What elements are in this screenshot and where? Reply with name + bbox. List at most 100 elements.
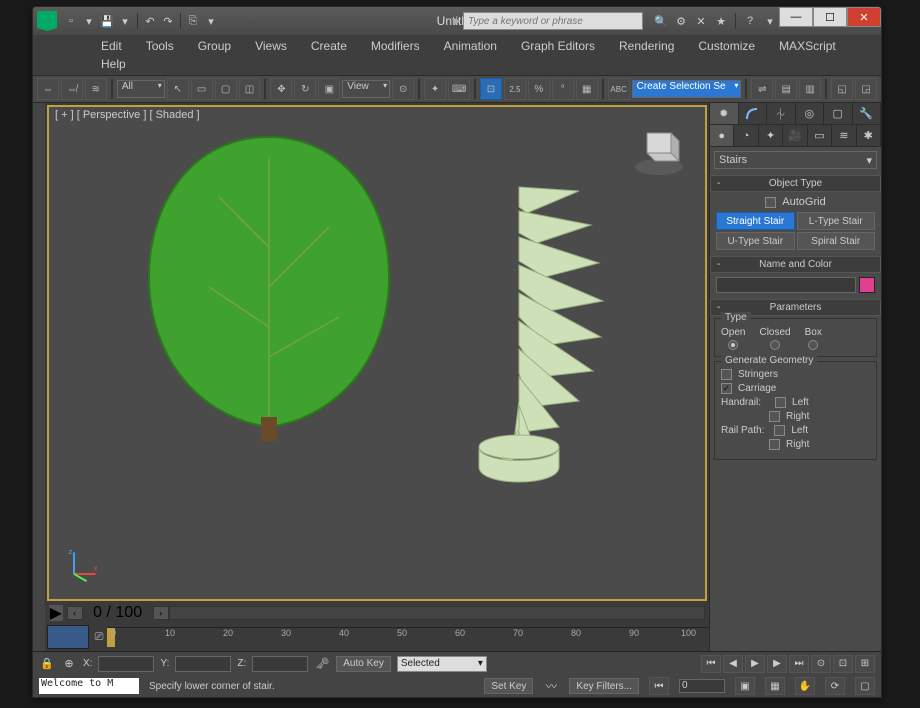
utilities-tab-icon[interactable]: 🔧 bbox=[853, 103, 882, 124]
lights-subtab-icon[interactable]: ✦ bbox=[759, 125, 783, 146]
display-tab-icon[interactable]: ▢ bbox=[824, 103, 853, 124]
play-icon[interactable]: ▶ bbox=[745, 655, 765, 673]
shapes-subtab-icon[interactable]: ◔ bbox=[734, 125, 758, 146]
selection-sets-dropdown[interactable]: Create Selection Se bbox=[632, 80, 742, 98]
open-icon[interactable]: ▾ bbox=[81, 13, 97, 29]
percent-snap-icon[interactable]: % bbox=[528, 78, 550, 100]
stringers-checkbox[interactable] bbox=[721, 369, 732, 380]
modify-tab-icon[interactable] bbox=[739, 103, 768, 124]
app-icon[interactable] bbox=[37, 11, 57, 31]
manipulate-icon[interactable]: ✦ bbox=[424, 78, 446, 100]
goto-start-icon[interactable]: ⏮ bbox=[701, 655, 721, 673]
window-crossing-icon[interactable]: ◫ bbox=[239, 78, 261, 100]
communication-icon[interactable]: ⚙ bbox=[673, 13, 689, 29]
keyboard-shortcut-icon[interactable]: ⌨ bbox=[448, 78, 470, 100]
category-dropdown[interactable]: Stairs▾ bbox=[714, 151, 877, 169]
zoom-all-icon[interactable]: ▦ bbox=[765, 677, 785, 695]
menu-rendering[interactable]: Rendering bbox=[607, 37, 686, 55]
chevron-down-icon[interactable]: ▾ bbox=[203, 13, 219, 29]
named-selection-icon[interactable]: ABC bbox=[608, 78, 630, 100]
save-icon[interactable]: 💾 bbox=[99, 13, 115, 29]
viewport-label[interactable]: [ + ] [ Perspective ] [ Shaded ] bbox=[55, 109, 200, 121]
curve-editor-icon[interactable]: ◱ bbox=[831, 78, 853, 100]
exchange-icon[interactable]: ✕ bbox=[693, 13, 709, 29]
type-box-radio[interactable] bbox=[808, 340, 818, 350]
pivot-icon[interactable]: ⊙ bbox=[392, 78, 414, 100]
maximize-viewport-icon[interactable]: ▢ bbox=[855, 677, 875, 695]
set-key-button[interactable]: Set Key bbox=[484, 678, 533, 694]
axis-gizmo[interactable]: z x bbox=[65, 547, 101, 583]
timeline-thumbnail[interactable] bbox=[47, 625, 89, 649]
railpath-right-checkbox[interactable] bbox=[769, 439, 780, 450]
goto-end-icon[interactable]: ⏭ bbox=[789, 655, 809, 673]
rotate-tool-icon[interactable]: ↻ bbox=[294, 78, 316, 100]
track-bar-icon[interactable]: ⎚ bbox=[91, 629, 107, 645]
key-filters-icon[interactable]: 〰 bbox=[543, 678, 559, 694]
selection-lock-icon[interactable]: ⊕ bbox=[61, 656, 77, 672]
carriage-checkbox[interactable] bbox=[721, 383, 732, 394]
motion-tab-icon[interactable]: ◎ bbox=[796, 103, 825, 124]
object-type-rollout-header[interactable]: - Object Type bbox=[710, 175, 881, 192]
cameras-subtab-icon[interactable]: 🎥 bbox=[783, 125, 807, 146]
autogrid-checkbox[interactable] bbox=[765, 197, 776, 208]
refcoord-dropdown[interactable]: View bbox=[342, 80, 390, 98]
menu-grapheditors[interactable]: Graph Editors bbox=[509, 37, 607, 55]
type-closed-radio[interactable] bbox=[770, 340, 780, 350]
type-open-radio[interactable] bbox=[728, 340, 738, 350]
menu-modifiers[interactable]: Modifiers bbox=[359, 37, 432, 55]
scale-tool-icon[interactable]: ▣ bbox=[318, 78, 340, 100]
time-config-icon[interactable]: ⊡ bbox=[833, 655, 853, 673]
key-filters-button[interactable]: Key Filters... bbox=[569, 678, 639, 694]
scroll-left-icon[interactable]: ‹ bbox=[67, 606, 83, 620]
edged-faces-icon[interactable]: ▦ bbox=[576, 78, 598, 100]
pan-icon[interactable]: ✋ bbox=[795, 677, 815, 695]
undo-icon[interactable]: ↶ bbox=[142, 13, 158, 29]
object-name-input[interactable] bbox=[716, 277, 856, 293]
object-color-swatch[interactable] bbox=[859, 277, 875, 293]
handrail-left-checkbox[interactable] bbox=[775, 397, 786, 408]
handrail-right-checkbox[interactable] bbox=[769, 411, 780, 422]
railpath-left-checkbox[interactable] bbox=[774, 425, 785, 436]
key-icon[interactable]: 🗝 bbox=[314, 656, 330, 672]
search-input[interactable] bbox=[463, 12, 643, 30]
menu-maxscript[interactable]: MAXScript bbox=[767, 37, 848, 55]
spacewarps-subtab-icon[interactable]: ≋ bbox=[832, 125, 856, 146]
close-button[interactable]: ✕ bbox=[847, 7, 881, 27]
help-icon[interactable]: ? bbox=[742, 13, 758, 29]
maxscript-listener[interactable]: Welcome to M bbox=[39, 678, 139, 694]
l-type-stair-button[interactable]: L-Type Stair bbox=[797, 212, 876, 230]
menu-views[interactable]: Views bbox=[243, 37, 299, 55]
maximize-button[interactable]: ☐ bbox=[813, 7, 847, 27]
move-tool-icon[interactable]: ✥ bbox=[270, 78, 292, 100]
unlink-tool-icon[interactable]: ⇎ bbox=[61, 78, 83, 100]
hierarchy-tab-icon[interactable]: ⏆ bbox=[767, 103, 796, 124]
zoom-extents-icon[interactable]: ▣ bbox=[735, 677, 755, 695]
key-mode-dropdown[interactable]: Selected▾ bbox=[397, 656, 487, 672]
align-icon[interactable]: ▤ bbox=[775, 78, 797, 100]
minimize-button[interactable]: — bbox=[779, 7, 813, 27]
name-color-rollout-header[interactable]: - Name and Color bbox=[710, 256, 881, 273]
menu-animation[interactable]: Animation bbox=[432, 37, 509, 55]
bind-space-icon[interactable]: ≋ bbox=[85, 78, 107, 100]
tree-object[interactable] bbox=[129, 127, 409, 447]
select-name-icon[interactable]: ▭ bbox=[191, 78, 213, 100]
orbit-icon[interactable]: ⟳ bbox=[825, 677, 845, 695]
menu-group[interactable]: Group bbox=[186, 37, 243, 55]
snap-toggle-icon[interactable]: ⊡ bbox=[480, 78, 502, 100]
perspective-viewport[interactable]: [ + ] [ Perspective ] [ Shaded ] bbox=[47, 105, 707, 601]
viewcube[interactable] bbox=[629, 119, 689, 179]
straight-stair-button[interactable]: Straight Stair bbox=[716, 212, 795, 230]
menu-help[interactable]: Help bbox=[89, 55, 138, 73]
menu-customize[interactable]: Customize bbox=[686, 37, 767, 55]
helpers-subtab-icon[interactable]: ▭ bbox=[808, 125, 832, 146]
save-dropdown-icon[interactable]: ▾ bbox=[117, 13, 133, 29]
menu-tools[interactable]: Tools bbox=[134, 37, 186, 55]
binoculars-icon[interactable]: 🔍 bbox=[653, 13, 669, 29]
current-frame-spinner[interactable]: 0 bbox=[679, 679, 725, 693]
link-tool-icon[interactable]: ⇔ bbox=[37, 78, 59, 100]
u-type-stair-button[interactable]: U-Type Stair bbox=[716, 232, 795, 250]
time-slider[interactable]: 0 10 20 30 40 50 60 70 80 90 100 bbox=[107, 627, 709, 647]
scroll-right-icon[interactable]: › bbox=[153, 606, 169, 620]
mirror-icon[interactable]: ⇌ bbox=[751, 78, 773, 100]
schematic-icon[interactable]: ◲ bbox=[855, 78, 877, 100]
